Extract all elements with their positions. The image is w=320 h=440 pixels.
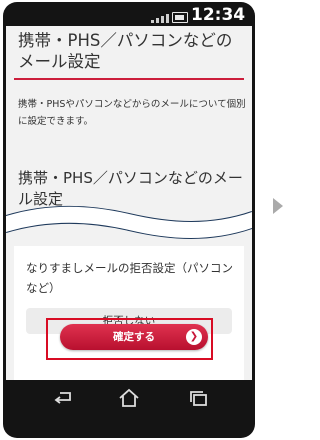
phone-frame: 12:34 携帯・PHS／パソコンなどのメール設定 携帯・PHSやパソコンなどか…: [3, 2, 255, 438]
option-label: なりすましメールの拒否設定（パソコンなど）: [26, 261, 233, 295]
battery-icon: [172, 12, 188, 23]
confirm-button[interactable]: 確定する ❯: [60, 324, 208, 350]
recent-apps-icon[interactable]: [187, 386, 211, 410]
chevron-right-icon: ❯: [186, 329, 202, 345]
omission-wave: [6, 205, 252, 246]
confirm-button-label: 確定する: [113, 331, 155, 343]
status-bar: 12:34: [3, 2, 255, 28]
status-time: 12:34: [191, 5, 246, 25]
page-title: 携帯・PHS／パソコンなどのメール設定: [18, 31, 233, 71]
navigation-bar: [3, 380, 255, 438]
title-divider: [14, 78, 244, 80]
page-description: 携帯・PHSやパソコンなどからのメールについて個別に設定できます。: [18, 99, 246, 127]
home-icon[interactable]: [117, 386, 141, 410]
next-step-arrow: [273, 198, 283, 214]
signal-icon: [151, 14, 169, 23]
back-icon[interactable]: [51, 386, 75, 410]
